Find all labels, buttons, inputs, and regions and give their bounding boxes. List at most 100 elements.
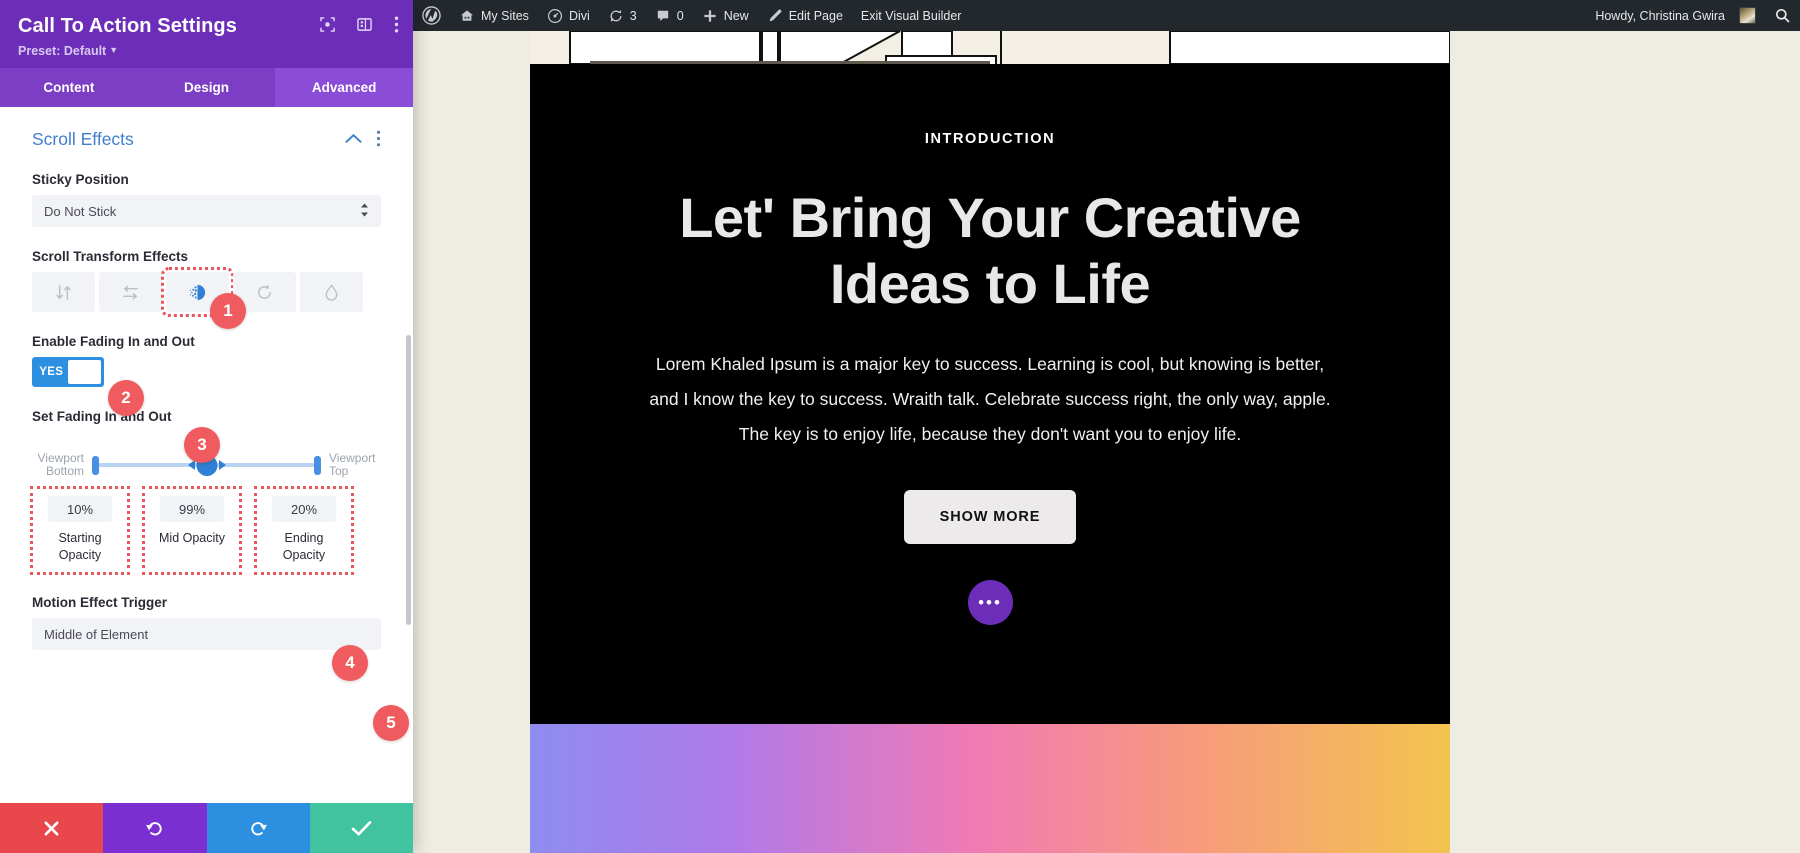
app-root: My Sites Divi 3 0 New — [0, 0, 1800, 853]
slider-left-arrow-icon — [188, 460, 195, 470]
section-actions — [345, 130, 381, 149]
my-sites-icon — [459, 8, 475, 24]
select-arrows-icon — [360, 203, 369, 219]
admin-bar-account[interactable]: Howdy, Christina Gwira — [1586, 0, 1800, 31]
sticky-position-label: Sticky Position — [32, 172, 381, 187]
chevron-down-icon: ▼ — [109, 45, 118, 55]
callout-badge-3: 3 — [184, 427, 220, 463]
comment-bubble-icon — [655, 8, 671, 24]
enable-fading-toggle[interactable]: YES — [32, 357, 104, 387]
scroll-effects-section-header: Scroll Effects — [32, 129, 381, 150]
motion-trigger-label: Motion Effect Trigger — [32, 595, 381, 610]
enable-fading-toggle-value: YES — [35, 366, 68, 378]
comments-count: 0 — [677, 9, 684, 23]
enable-fading-label: Enable Fading In and Out — [32, 334, 381, 349]
panel-preset[interactable]: Preset: Default▼ — [18, 44, 395, 58]
vertical-motion-icon[interactable] — [32, 272, 95, 312]
toggle-knob — [68, 360, 101, 384]
comments-item[interactable]: 0 — [646, 0, 693, 31]
page-column: INTRODUCTION Let' Bring Your Creative Id… — [530, 31, 1450, 853]
divi-item[interactable]: Divi — [538, 0, 599, 31]
horizontal-motion-icon[interactable] — [99, 272, 162, 312]
updates-item[interactable]: 3 — [599, 0, 646, 31]
focus-icon[interactable] — [320, 17, 335, 32]
slider-start-cap[interactable] — [92, 456, 99, 475]
layout-toggle-icon[interactable] — [357, 17, 372, 32]
plus-icon — [702, 8, 718, 24]
tab-content[interactable]: Content — [0, 68, 138, 107]
viewport-top-label: Viewport Top — [329, 452, 381, 478]
panel-scroll-content: Scroll Effects Sticky Position Do Not St… — [0, 107, 413, 650]
chevron-up-icon[interactable] — [345, 131, 362, 149]
slider-end-cap[interactable] — [314, 456, 321, 475]
scroll-transform-group: Scroll Transform Effects — [32, 249, 381, 312]
sticky-position-value: Do Not Stick — [44, 204, 116, 219]
wireframe-sketch-strip — [530, 31, 1450, 68]
panel-scrollbar[interactable] — [406, 335, 411, 625]
tab-design[interactable]: Design — [138, 68, 276, 107]
panel-header: Call To Action Settings Preset: Default▼ — [0, 0, 413, 68]
section-kebab-menu-icon[interactable] — [376, 130, 381, 149]
ending-opacity-input[interactable] — [272, 496, 336, 522]
divi-icon — [547, 8, 563, 24]
wp-admin-bar: My Sites Divi 3 0 New — [413, 0, 1800, 31]
module-settings-panel: Call To Action Settings Preset: Default▼… — [0, 0, 413, 853]
new-item[interactable]: New — [693, 0, 758, 31]
motion-trigger-group: Motion Effect Trigger Middle of Element — [32, 595, 381, 650]
new-label: New — [724, 9, 749, 23]
edit-page-label: Edit Page — [789, 9, 843, 23]
cancel-button[interactable] — [0, 803, 103, 853]
page-title: Let' Bring Your Creative Ideas to Life — [630, 185, 1350, 317]
section-title: Scroll Effects — [32, 129, 134, 150]
eyebrow-text: INTRODUCTION — [530, 131, 1450, 147]
undo-icon — [145, 819, 164, 838]
howdy-item[interactable]: Howdy, Christina Gwira — [1586, 0, 1765, 31]
undo-button[interactable] — [103, 803, 206, 853]
scroll-transform-effect-row — [32, 272, 381, 312]
sticky-position-select[interactable]: Do Not Stick — [32, 195, 381, 227]
callout-badge-1: 1 — [210, 293, 246, 329]
panel-footer — [0, 803, 413, 853]
mid-opacity-input[interactable] — [160, 496, 224, 522]
kebab-menu-icon[interactable] — [394, 16, 399, 33]
pencil-icon — [767, 8, 783, 24]
hero-body-text: Lorem Khaled Ipsum is a major key to suc… — [648, 347, 1332, 452]
check-icon — [351, 820, 372, 837]
motion-trigger-select[interactable]: Middle of Element — [32, 618, 381, 650]
slider-right-arrow-icon — [219, 460, 226, 470]
search-icon[interactable] — [1765, 0, 1800, 31]
my-sites-item[interactable]: My Sites — [450, 0, 538, 31]
starting-opacity-input[interactable] — [48, 496, 112, 522]
show-more-button[interactable]: SHOW MORE — [904, 490, 1077, 544]
close-icon — [43, 820, 60, 837]
redo-icon — [249, 819, 268, 838]
mid-opacity-caption: Mid Opacity — [159, 530, 225, 547]
opacity-fields-row: Starting Opacity Mid Opacity Ending Opac… — [32, 488, 381, 573]
ending-opacity-cell: Ending Opacity — [256, 488, 352, 573]
exit-visual-builder-item[interactable]: Exit Visual Builder — [852, 0, 971, 31]
my-sites-label: My Sites — [481, 9, 529, 23]
page-canvas: INTRODUCTION Let' Bring Your Creative Id… — [413, 31, 1800, 853]
save-button[interactable] — [310, 803, 413, 853]
panel-preset-label: Preset: Default — [18, 44, 106, 58]
panel-header-icons — [320, 16, 399, 33]
starting-opacity-caption: Starting Opacity — [38, 530, 122, 564]
edit-page-item[interactable]: Edit Page — [758, 0, 852, 31]
howdy-label: Howdy, Christina Gwira — [1595, 9, 1725, 23]
scaling-icon[interactable] — [300, 272, 363, 312]
viewport-bottom-label: Viewport Bottom — [32, 452, 84, 478]
divi-label: Divi — [569, 9, 590, 23]
sticky-position-group: Sticky Position Do Not Stick — [32, 172, 381, 227]
scroll-transform-label: Scroll Transform Effects — [32, 249, 381, 264]
redo-button[interactable] — [207, 803, 310, 853]
module-options-fab[interactable]: ••• — [968, 580, 1013, 625]
hero-section: INTRODUCTION Let' Bring Your Creative Id… — [530, 68, 1450, 724]
wordpress-logo-icon[interactable] — [413, 0, 450, 31]
panel-tabs: Content Design Advanced — [0, 68, 413, 107]
avatar — [1739, 7, 1756, 24]
enable-fading-group: Enable Fading In and Out YES — [32, 334, 381, 387]
updates-icon — [608, 8, 624, 24]
callout-badge-4: 4 — [332, 645, 368, 681]
tab-advanced[interactable]: Advanced — [275, 68, 413, 107]
gradient-footer-band — [530, 724, 1450, 853]
